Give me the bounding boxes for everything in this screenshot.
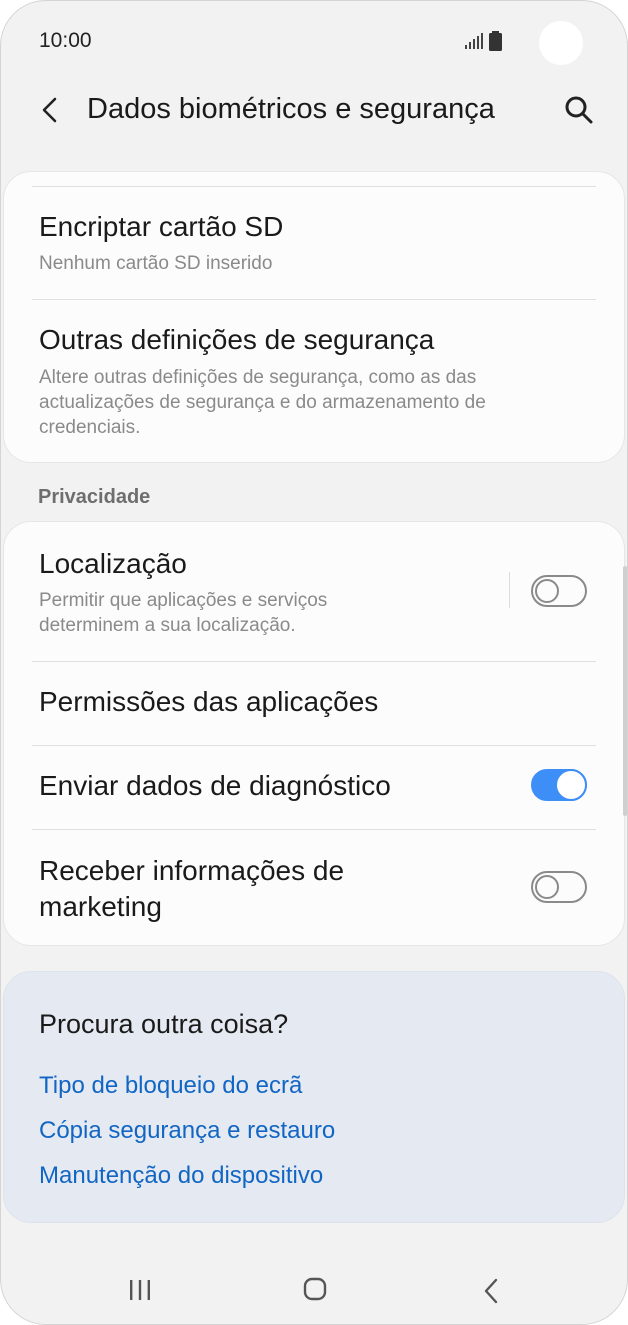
item-subtitle: Altere outras definições de segurança, c…: [39, 367, 486, 438]
status-time: 10:00: [39, 29, 92, 52]
signal-icon: [465, 33, 483, 49]
toggle-knob: [535, 875, 559, 899]
item-subtitle: Nenhum cartão SD inserido: [39, 253, 273, 274]
location-toggle[interactable]: [531, 575, 587, 607]
section-header-privacy: Privacidade: [38, 486, 151, 508]
toggle-knob: [535, 579, 559, 603]
navigation-bar: [1, 1251, 627, 1324]
app-permissions-item[interactable]: Permissões das aplicações: [4, 662, 624, 745]
item-subtitle: Permitir que aplicações e serviços deter…: [39, 590, 328, 636]
page-title: Dados biométricos e segurança: [87, 93, 495, 125]
item-title: Outras definições de segurança: [39, 324, 435, 355]
item-title: Enviar dados de diagnóstico: [39, 770, 391, 801]
phone-screen: 10:00 Dados biométricos e segurança Encr…: [0, 0, 628, 1325]
battery-icon: [489, 31, 502, 51]
suggestion-link-device-care[interactable]: Manutenção do dispositivo: [39, 1162, 323, 1190]
suggestions-card: Procura outra coisa? Tipo de bloqueio do…: [3, 971, 625, 1223]
vertical-separator: [509, 572, 510, 608]
nav-back-icon[interactable]: [482, 1278, 500, 1304]
suggestion-link-backup[interactable]: Cópia segurança e restauro: [39, 1117, 335, 1145]
search-icon[interactable]: [563, 94, 595, 126]
item-title: Receber informações de marketing: [39, 855, 345, 922]
other-security-settings-item[interactable]: Outras definições de segurança Altere ou…: [4, 300, 624, 464]
toggle-knob: [555, 769, 587, 801]
back-icon[interactable]: [37, 95, 63, 125]
item-title: Permissões das aplicações: [39, 686, 379, 717]
status-bar: 10:00: [1, 1, 627, 81]
marketing-info-toggle[interactable]: [531, 871, 587, 903]
suggestions-title: Procura outra coisa?: [39, 1009, 289, 1039]
recents-icon[interactable]: [128, 1279, 152, 1301]
encrypt-sd-item[interactable]: Encriptar cartão SD Nenhum cartão SD ins…: [4, 187, 624, 299]
item-title: Encriptar cartão SD: [39, 211, 284, 242]
item-title: Localização: [39, 548, 187, 579]
security-card: Encriptar cartão SD Nenhum cartão SD ins…: [3, 171, 625, 463]
diagnostic-data-toggle[interactable]: [531, 769, 587, 801]
suggestion-link-screen-lock[interactable]: Tipo de bloqueio do ecrã: [39, 1072, 302, 1100]
scrollbar[interactable]: [623, 566, 627, 816]
app-bar: Dados biométricos e segurança: [1, 81, 627, 141]
home-icon[interactable]: [303, 1277, 327, 1301]
front-camera: [539, 21, 583, 65]
